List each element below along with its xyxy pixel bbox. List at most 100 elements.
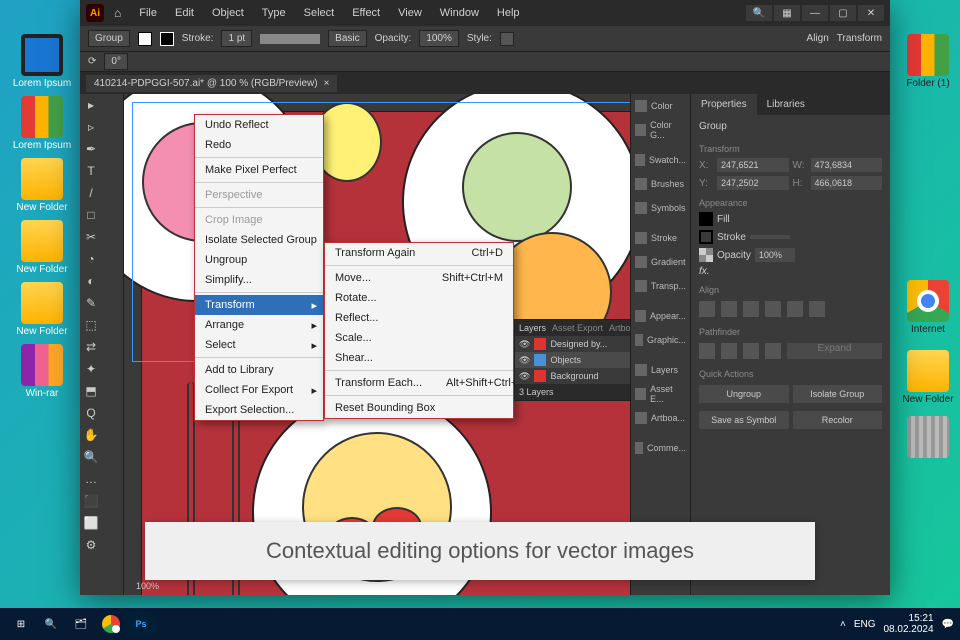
eye-icon[interactable]: 👁 (519, 371, 530, 382)
dock-assete[interactable]: Asset E... (631, 382, 690, 406)
pf-minus-icon[interactable] (721, 343, 737, 359)
layer-row[interactable]: 👁Designed by... (515, 336, 630, 352)
tool-0[interactable]: ▸ (80, 94, 102, 116)
ctx-isolate-selected-group[interactable]: Isolate Selected Group (195, 230, 323, 250)
tool-2[interactable]: ✒ (80, 138, 102, 160)
tool-5[interactable]: □ (80, 204, 102, 226)
align-left-icon[interactable] (699, 301, 715, 317)
desktop-icon-folder[interactable]: New Folder (898, 350, 958, 405)
tray-chevron-icon[interactable]: ˄ (840, 619, 846, 630)
maximize-button[interactable]: ▢ (830, 5, 856, 21)
dock-layers[interactable]: Layers (631, 358, 690, 382)
explorer-button[interactable]: 🗂 (66, 612, 96, 636)
ctx-add-to-library[interactable]: Add to Library (195, 360, 323, 380)
search-icon[interactable]: 🔍 (746, 5, 772, 21)
style-swatch[interactable] (500, 32, 514, 46)
fx-label[interactable]: fx. (699, 266, 710, 277)
tool-14[interactable]: Q (80, 402, 102, 424)
desktop-icon-folder1[interactable]: Folder (1) (898, 34, 958, 89)
ctx-arrange[interactable]: Arrange▸ (195, 315, 323, 335)
search-button[interactable]: 🔍 (36, 612, 66, 636)
libraries-tab[interactable]: Libraries (757, 94, 815, 115)
dock-swatch[interactable]: Swatch... (631, 148, 690, 172)
menu-object[interactable]: Object (204, 3, 252, 23)
dock-symbols[interactable]: Symbols (631, 196, 690, 220)
ctx-simplify-[interactable]: Simplify... (195, 270, 323, 290)
tool-12[interactable]: ✦ (80, 358, 102, 380)
tool-17[interactable]: … (80, 468, 102, 490)
transform-x[interactable]: 247,6521 (717, 158, 789, 172)
tool-13[interactable]: ⬒ (80, 380, 102, 402)
fill-swatch[interactable] (699, 212, 713, 226)
opacity-input[interactable]: 100% (755, 248, 795, 262)
align-hcenter-icon[interactable] (721, 301, 737, 317)
close-tab-icon[interactable]: × (324, 78, 330, 89)
close-button[interactable]: ✕ (858, 5, 884, 21)
brush-basic[interactable]: Basic (328, 30, 366, 47)
start-button[interactable]: ⊞ (6, 612, 36, 636)
tool-7[interactable]: ◔ (80, 248, 102, 270)
desktop-icon-folder[interactable]: New Folder (12, 158, 72, 213)
qa-ungroup[interactable]: Ungroup (699, 385, 789, 403)
layer-row[interactable]: 👁Objects (515, 352, 630, 368)
dock-artboa[interactable]: Artboa... (631, 406, 690, 430)
align-button[interactable]: Align (807, 33, 829, 44)
tray-lang[interactable]: ENG (854, 619, 876, 630)
ctx-undo-reflect[interactable]: Undo Reflect (195, 115, 323, 135)
arrange-docs-icon[interactable]: ▦ (774, 5, 800, 21)
dock-stroke[interactable]: Stroke (631, 226, 690, 250)
menu-help[interactable]: Help (489, 3, 528, 23)
selection-target[interactable]: Group (88, 30, 130, 47)
tool-3[interactable]: T (80, 160, 102, 182)
ctx-transform[interactable]: Transform▸ (195, 295, 323, 315)
align-vcenter-icon[interactable] (787, 301, 803, 317)
pf-unite-icon[interactable] (699, 343, 715, 359)
opacity-value[interactable]: 100% (419, 30, 459, 47)
tool-11[interactable]: ⇄ (80, 336, 102, 358)
ctx-ungroup[interactable]: Ungroup (195, 250, 323, 270)
ctx-select[interactable]: Select▸ (195, 335, 323, 355)
ctx-redo[interactable]: Redo (195, 135, 323, 155)
align-top-icon[interactable] (765, 301, 781, 317)
properties-tab[interactable]: Properties (691, 94, 757, 115)
tool-10[interactable]: ⬚ (80, 314, 102, 336)
stroke-swatch[interactable] (160, 32, 174, 46)
ctx-scale-[interactable]: Scale... (325, 328, 513, 348)
minimize-button[interactable]: — (802, 5, 828, 21)
tool-8[interactable]: ◐ (80, 270, 102, 292)
dock-brushes[interactable]: Brushes (631, 172, 690, 196)
ctx-make-pixel-perfect[interactable]: Make Pixel Perfect (195, 160, 323, 180)
eye-icon[interactable]: 👁 (519, 339, 530, 350)
menu-edit[interactable]: Edit (167, 3, 202, 23)
tool-15[interactable]: ✋ (80, 424, 102, 446)
desktop-icon-computer[interactable]: Lorem Ipsum (12, 34, 72, 89)
tray-time[interactable]: 15:21 (883, 613, 933, 624)
tool-19[interactable]: ⬜ (80, 512, 102, 534)
photoshop-taskbar-icon[interactable]: Ps (126, 612, 156, 636)
eye-icon[interactable]: 👁 (519, 355, 530, 366)
menu-effect[interactable]: Effect (344, 3, 388, 23)
tool-9[interactable]: ✎ (80, 292, 102, 314)
transform-button[interactable]: Transform (837, 33, 882, 44)
artboards-tab[interactable]: Artboards (609, 323, 630, 333)
desktop-icon-binder[interactable]: Lorem Ipsum (12, 96, 72, 151)
qa-isolate[interactable]: Isolate Group (793, 385, 883, 403)
layers-tab[interactable]: Layers (519, 323, 546, 333)
qa-save-symbol[interactable]: Save as Symbol (699, 411, 789, 429)
layers-panel[interactable]: Layers Asset Export Artboards » 👁Designe… (514, 319, 630, 401)
stroke-swatch[interactable] (699, 230, 713, 244)
menu-file[interactable]: File (131, 3, 165, 23)
desktop-icon-folder[interactable]: New Folder (12, 282, 72, 337)
dock-gradient[interactable]: Gradient (631, 250, 690, 274)
ctx-reset-bounding-box[interactable]: Reset Bounding Box (325, 398, 513, 418)
desktop-icon-trash[interactable] (898, 416, 958, 460)
canvas-area[interactable]: Undo ReflectRedoMake Pixel PerfectPerspe… (124, 94, 630, 595)
ctx-transform-again[interactable]: Transform AgainCtrl+D (325, 243, 513, 263)
desktop-icon-folder[interactable]: New Folder (12, 220, 72, 275)
dock-comme[interactable]: Comme... (631, 436, 690, 460)
fill-swatch[interactable] (138, 32, 152, 46)
ctx-shear-[interactable]: Shear... (325, 348, 513, 368)
tray-date[interactable]: 08.02.2024 (883, 624, 933, 635)
asset-export-tab[interactable]: Asset Export (552, 323, 603, 333)
transform-h[interactable]: 466,0618 (811, 176, 883, 190)
